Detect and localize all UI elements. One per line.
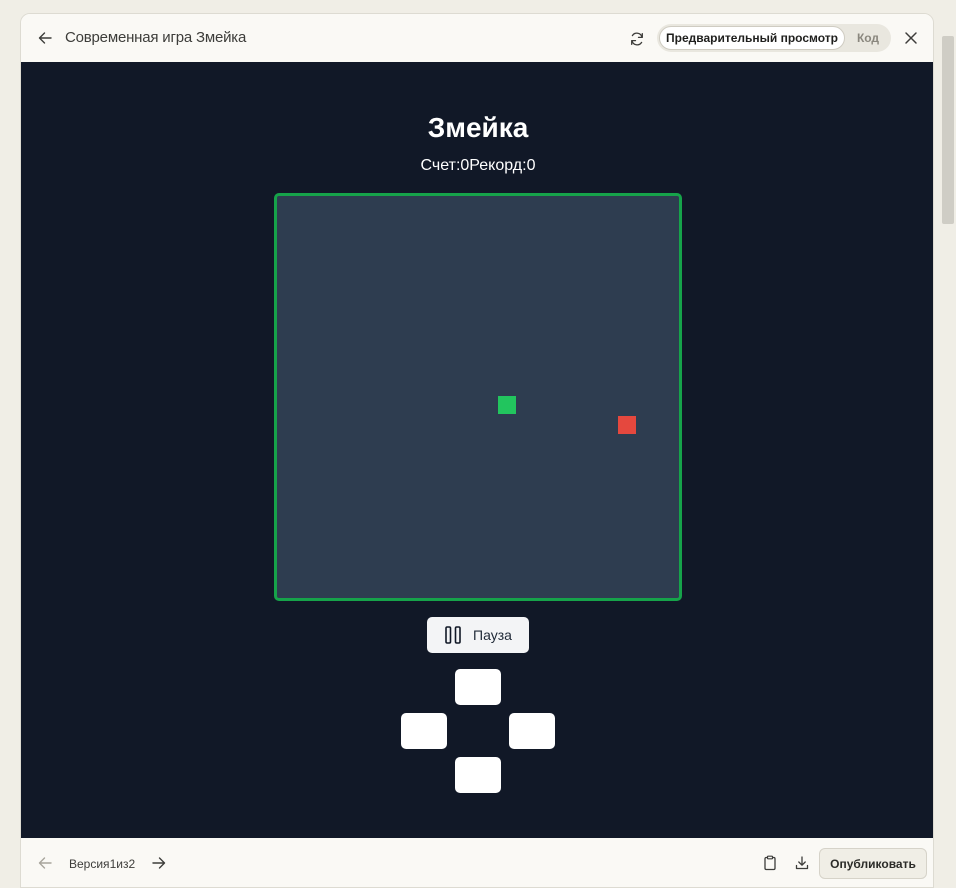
version-indicator: Версия 1 из 2 <box>69 857 135 871</box>
view-toggle: Предварительный просмотр Код <box>657 24 891 52</box>
dpad-left-button[interactable] <box>401 713 447 749</box>
record-value: 0 <box>526 157 536 174</box>
previous-version-button[interactable] <box>33 851 57 875</box>
game-board[interactable] <box>274 193 682 601</box>
version-of: из <box>116 857 129 871</box>
download-icon <box>795 856 809 870</box>
arrow-left-icon <box>38 32 52 44</box>
page-scrollbar[interactable] <box>940 36 956 888</box>
refresh-icon <box>631 32 643 46</box>
publish-button[interactable]: Опубликовать <box>819 848 927 879</box>
copy-button[interactable] <box>758 851 782 875</box>
artifact-title: Современная игра Змейка <box>65 29 247 46</box>
back-button[interactable] <box>33 26 57 50</box>
footer-bar: Версия 1 из 2 Опубликовать <box>21 838 933 887</box>
scrollbar-thumb[interactable] <box>942 36 954 224</box>
version-total: 2 <box>128 857 136 871</box>
dpad-down-button[interactable] <box>455 757 501 793</box>
pause-label: Пауза <box>473 627 512 643</box>
version-word: Версия <box>69 857 110 871</box>
snake-head <box>498 396 516 414</box>
score-label: Счет: <box>420 157 461 174</box>
preview-pane: Змейка Счет: 0 Рекорд: 0 Пауза <box>21 62 933 838</box>
score-value: 0 <box>460 157 470 174</box>
tab-code[interactable]: Код <box>847 26 889 50</box>
refresh-button[interactable] <box>624 26 650 52</box>
close-button[interactable] <box>899 26 923 50</box>
header-bar: Современная игра Змейка Предварительный … <box>21 14 933 62</box>
food-item <box>618 416 636 434</box>
game-title: Змейка <box>427 112 529 143</box>
score-line: Счет: 0 Рекорд: 0 <box>21 157 933 175</box>
arrow-right-icon <box>152 857 166 869</box>
record-label: Рекорд: <box>469 157 527 174</box>
dpad-right-button[interactable] <box>509 713 555 749</box>
pause-icon <box>445 626 461 644</box>
download-button[interactable] <box>790 851 814 875</box>
arrow-left-icon <box>38 857 52 869</box>
version-current: 1 <box>109 857 117 871</box>
pause-button[interactable]: Пауза <box>427 617 529 653</box>
next-version-button[interactable] <box>147 851 171 875</box>
clipboard-icon <box>764 855 776 871</box>
dpad-up-button[interactable] <box>455 669 501 705</box>
tab-preview[interactable]: Предварительный просмотр <box>659 26 845 50</box>
close-icon <box>905 32 917 44</box>
artifact-window: Современная игра Змейка Предварительный … <box>20 13 934 888</box>
